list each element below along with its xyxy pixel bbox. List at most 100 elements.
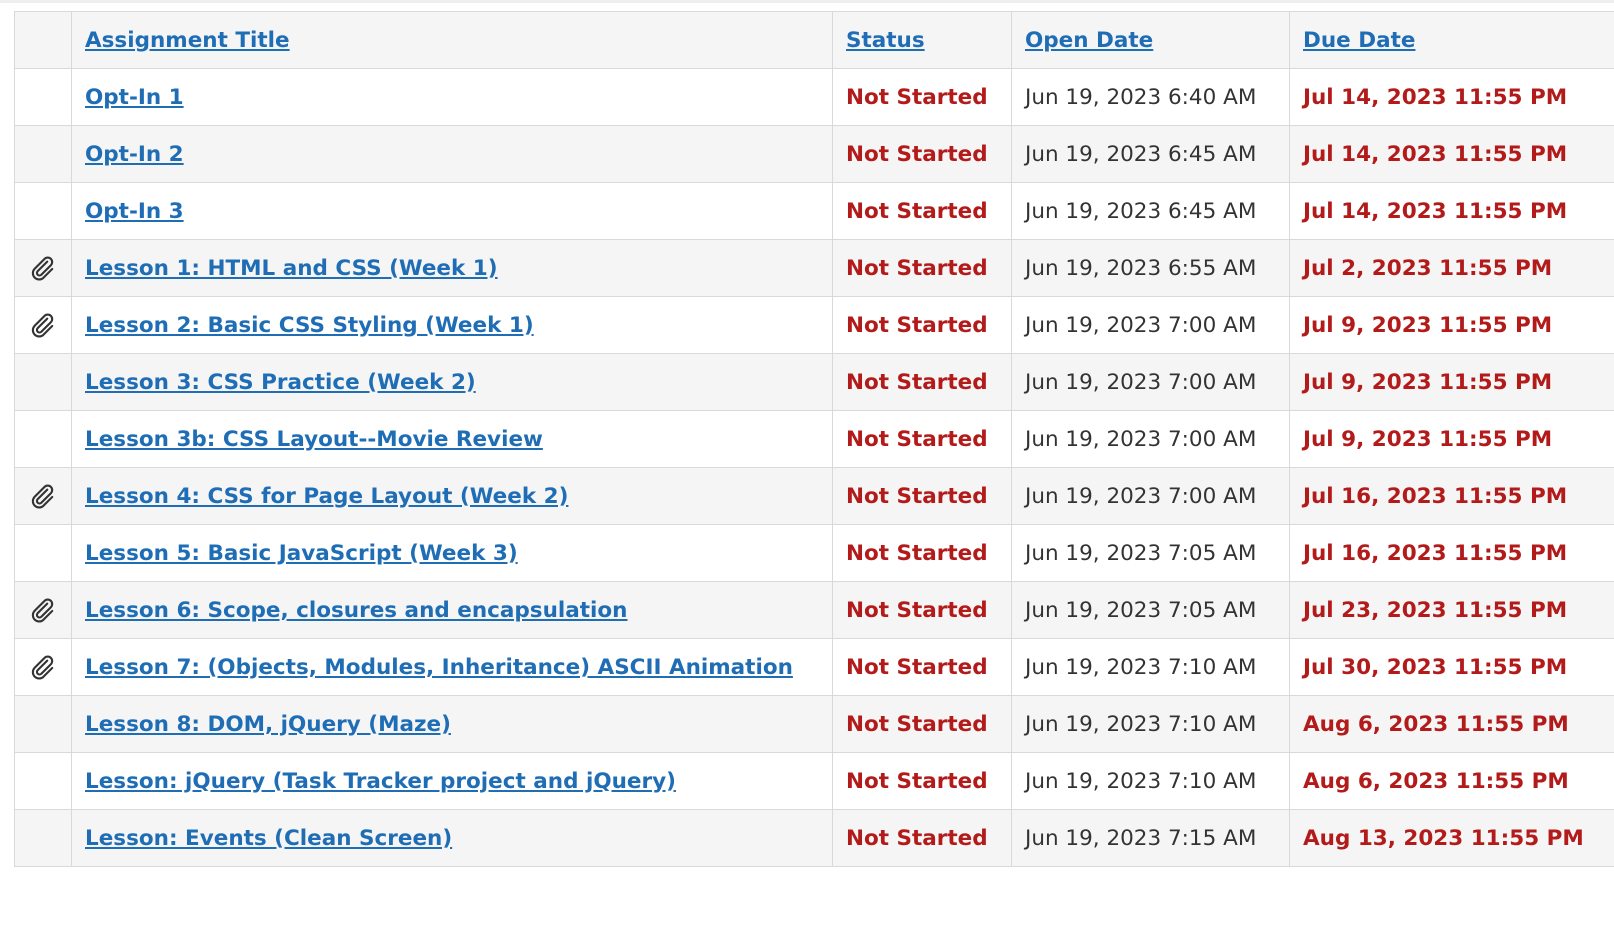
sort-by-due-date-link[interactable]: Due Date: [1303, 28, 1415, 53]
open-date-text: Jun 19, 2023 7:00 AM: [1025, 483, 1257, 509]
attachment-cell: [14, 467, 72, 525]
paperclip-icon: [28, 311, 56, 339]
assignment-title-link[interactable]: Lesson: Events (Clean Screen): [85, 826, 452, 851]
assignment-title-link[interactable]: Opt-In 2: [85, 142, 184, 167]
table-row: Lesson 4: CSS for Page Layout (Week 2) No…: [14, 467, 1614, 525]
title-cell: Lesson 4: CSS for Page Layout (Week 2): [71, 467, 833, 525]
open-date-text: Jun 19, 2023 7:00 AM: [1025, 426, 1257, 452]
assignment-title-link[interactable]: Lesson 2: Basic CSS Styling (Week 1): [85, 313, 534, 338]
assignment-title-link[interactable]: Lesson 6: Scope, closures and encapsulat…: [85, 598, 628, 623]
sort-by-title-link[interactable]: Assignment Title: [85, 28, 290, 53]
assignment-title-link[interactable]: Lesson 7: (Objects, Modules, Inheritance…: [85, 655, 793, 680]
sort-by-open-date-link[interactable]: Open Date: [1025, 28, 1153, 53]
table-row: Lesson 3b: CSS Layout--Movie Review Not S…: [14, 410, 1614, 468]
status-text: Not Started: [846, 711, 988, 737]
due-date-text: Aug 13, 2023 11:55 PM: [1303, 825, 1584, 851]
title-cell: Lesson 6: Scope, closures and encapsulat…: [71, 581, 833, 639]
assignment-title-link[interactable]: Lesson 3b: CSS Layout--Movie Review: [85, 427, 543, 452]
open-date-text: Jun 19, 2023 6:55 AM: [1025, 255, 1257, 281]
attachment-cell: [14, 125, 72, 183]
open-date-cell: Jun 19, 2023 7:05 AM: [1011, 581, 1290, 639]
assignment-title-link[interactable]: Lesson 5: Basic JavaScript (Week 3): [85, 541, 518, 566]
status-cell: Not Started: [832, 581, 1012, 639]
assignment-title-link[interactable]: Lesson 8: DOM, jQuery (Maze): [85, 712, 451, 737]
open-date-text: Jun 19, 2023 6:40 AM: [1025, 84, 1257, 110]
status-cell: Not Started: [832, 809, 1012, 867]
due-date-cell: Jul 9, 2023 11:55 PM: [1289, 353, 1614, 411]
attachment-cell: [14, 239, 72, 297]
open-date-cell: Jun 19, 2023 7:00 AM: [1011, 296, 1290, 354]
open-date-text: Jun 19, 2023 7:10 AM: [1025, 654, 1257, 680]
sort-by-status-link[interactable]: Status: [846, 28, 925, 53]
open-date-cell: Jun 19, 2023 7:10 AM: [1011, 752, 1290, 810]
due-date-text: Jul 2, 2023 11:55 PM: [1303, 255, 1553, 281]
open-date-cell: Jun 19, 2023 7:15 AM: [1011, 809, 1290, 867]
attachment-cell: [14, 353, 72, 411]
due-date-cell: Jul 16, 2023 11:55 PM: [1289, 524, 1614, 582]
due-date-column-header: Due Date: [1289, 11, 1614, 69]
due-date-cell: Jul 30, 2023 11:55 PM: [1289, 638, 1614, 696]
open-date-text: Jun 19, 2023 7:10 AM: [1025, 711, 1257, 737]
table-row: Opt-In 1 Not Started Jun 19, 2023 6:40 AM J…: [14, 68, 1614, 126]
table-row: Lesson 3: CSS Practice (Week 2) Not Start…: [14, 353, 1614, 411]
due-date-cell: Jul 14, 2023 11:55 PM: [1289, 68, 1614, 126]
assignment-title-link[interactable]: Lesson 1: HTML and CSS (Week 1): [85, 256, 498, 281]
status-text: Not Started: [846, 483, 988, 509]
title-cell: Lesson 3: CSS Practice (Week 2): [71, 353, 833, 411]
status-cell: Not Started: [832, 125, 1012, 183]
assignment-title-link[interactable]: Opt-In 1: [85, 85, 184, 110]
paperclip-icon: [28, 482, 56, 510]
status-text: Not Started: [846, 768, 988, 794]
status-text: Not Started: [846, 255, 988, 281]
status-cell: Not Started: [832, 239, 1012, 297]
title-cell: Lesson 8: DOM, jQuery (Maze): [71, 695, 833, 753]
attachment-cell: [14, 638, 72, 696]
title-cell: Opt-In 1: [71, 68, 833, 126]
table-row: Opt-In 3 Not Started Jun 19, 2023 6:45 AM J…: [14, 182, 1614, 240]
table-row: Lesson: Events (Clean Screen) Not Started…: [14, 809, 1614, 867]
attachment-cell: [14, 581, 72, 639]
open-date-cell: Jun 19, 2023 6:55 AM: [1011, 239, 1290, 297]
attachment-cell: [14, 752, 72, 810]
attachment-cell: [14, 68, 72, 126]
assignment-title-link[interactable]: Opt-In 3: [85, 199, 184, 224]
open-date-text: Jun 19, 2023 7:05 AM: [1025, 540, 1257, 566]
table-header-row: Assignment Title Status Open Date Due Da…: [14, 11, 1614, 69]
open-date-text: Jun 19, 2023 7:10 AM: [1025, 768, 1257, 794]
open-date-text: Jun 19, 2023 7:15 AM: [1025, 825, 1257, 851]
status-column-header: Status: [832, 11, 1012, 69]
due-date-text: Jul 9, 2023 11:55 PM: [1303, 312, 1553, 338]
open-date-text: Jun 19, 2023 6:45 AM: [1025, 141, 1257, 167]
due-date-cell: Jul 9, 2023 11:55 PM: [1289, 296, 1614, 354]
status-cell: Not Started: [832, 182, 1012, 240]
due-date-text: Jul 23, 2023 11:55 PM: [1303, 597, 1568, 623]
due-date-cell: Aug 6, 2023 11:55 PM: [1289, 695, 1614, 753]
assignments-table: Assignment Title Status Open Date Due Da…: [14, 11, 1614, 867]
due-date-text: Aug 6, 2023 11:55 PM: [1303, 711, 1569, 737]
open-date-cell: Jun 19, 2023 7:00 AM: [1011, 353, 1290, 411]
status-text: Not Started: [846, 369, 988, 395]
status-text: Not Started: [846, 654, 988, 680]
title-cell: Lesson 3b: CSS Layout--Movie Review: [71, 410, 833, 468]
status-text: Not Started: [846, 141, 988, 167]
open-date-cell: Jun 19, 2023 6:40 AM: [1011, 68, 1290, 126]
due-date-text: Jul 16, 2023 11:55 PM: [1303, 540, 1568, 566]
status-cell: Not Started: [832, 410, 1012, 468]
status-cell: Not Started: [832, 524, 1012, 582]
due-date-cell: Aug 6, 2023 11:55 PM: [1289, 752, 1614, 810]
open-date-cell: Jun 19, 2023 6:45 AM: [1011, 125, 1290, 183]
status-cell: Not Started: [832, 296, 1012, 354]
due-date-text: Jul 9, 2023 11:55 PM: [1303, 369, 1553, 395]
due-date-text: Aug 6, 2023 11:55 PM: [1303, 768, 1569, 794]
attachment-column-header: [14, 11, 72, 69]
assignment-title-link[interactable]: Lesson 3: CSS Practice (Week 2): [85, 370, 476, 395]
status-cell: Not Started: [832, 752, 1012, 810]
table-row: Lesson 7: (Objects, Modules, Inheritance…: [14, 638, 1614, 696]
paperclip-icon: [28, 254, 56, 282]
assignment-title-link[interactable]: Lesson: jQuery (Task Tracker project and…: [85, 769, 676, 794]
table-row: Lesson 1: HTML and CSS (Week 1) Not Start…: [14, 239, 1614, 297]
assignment-title-link[interactable]: Lesson 4: CSS for Page Layout (Week 2): [85, 484, 568, 509]
status-text: Not Started: [846, 825, 988, 851]
open-date-text: Jun 19, 2023 6:45 AM: [1025, 198, 1257, 224]
due-date-text: Jul 14, 2023 11:55 PM: [1303, 84, 1568, 110]
